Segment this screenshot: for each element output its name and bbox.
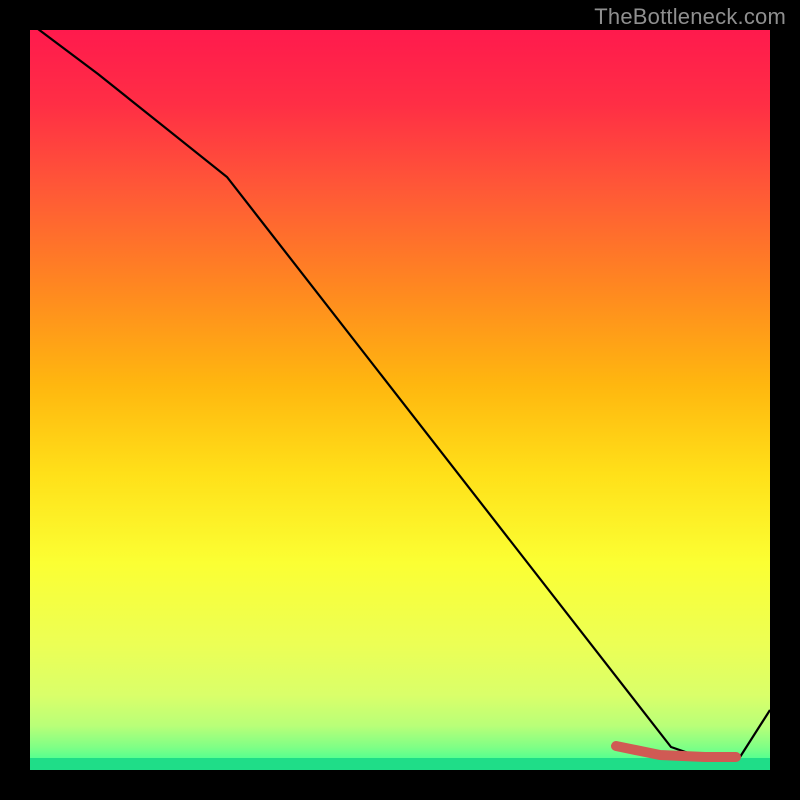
watermark-label: TheBottleneck.com <box>594 4 786 30</box>
chart-svg <box>0 0 800 800</box>
